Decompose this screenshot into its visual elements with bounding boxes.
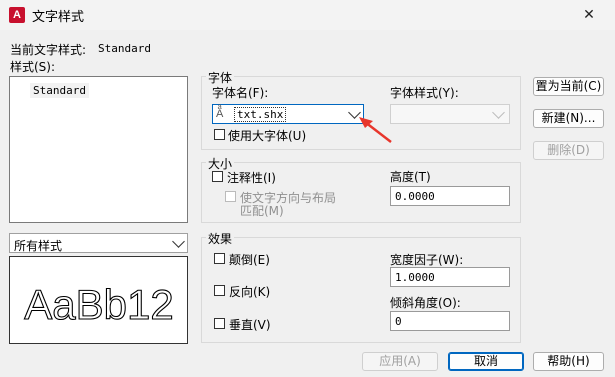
font-name-value: txt.shx [233, 107, 287, 122]
app-logo-icon: A [9, 7, 25, 23]
font-style-select[interactable] [390, 104, 510, 124]
width-factor-label: 宽度因子(W): [390, 253, 464, 267]
height-label: 高度(T) [390, 170, 431, 184]
backwards-checkbox[interactable] [214, 285, 225, 296]
match-layout-label-2: 匹配(M) [240, 204, 284, 218]
upside-down-label: 颠倒(E) [229, 253, 270, 267]
title-bar: A 文字样式 ✕ [0, 0, 615, 30]
annotative-checkbox[interactable] [212, 171, 223, 182]
font-type-icon: Aͣ [216, 107, 224, 120]
annotative-label: 注释性(I) [227, 171, 276, 185]
match-layout-checkbox[interactable] [225, 191, 236, 202]
height-input[interactable]: 0.0000 [390, 186, 510, 206]
close-button[interactable]: ✕ [577, 5, 601, 25]
width-factor-value: 1.0000 [395, 271, 435, 284]
annotation-arrow-icon [359, 117, 392, 143]
oblique-angle-value: 0 [395, 315, 402, 328]
apply-button[interactable]: 应用(A) [362, 352, 438, 371]
help-button[interactable]: 帮助(H) [533, 352, 604, 371]
use-big-font-label: 使用大字体(U) [228, 129, 307, 143]
chevron-down-icon [492, 106, 505, 119]
svg-text:AaBb12: AaBb12 [24, 281, 173, 328]
oblique-angle-label: 倾斜角度(O): [390, 296, 461, 310]
style-filter-select[interactable]: 所有样式 [9, 233, 188, 253]
use-big-font-checkbox[interactable] [214, 129, 225, 140]
cancel-button[interactable]: 取消 [448, 352, 524, 371]
current-style-label: 当前文字样式: [10, 43, 87, 57]
styles-list[interactable]: Standard [9, 76, 188, 223]
new-style-button[interactable]: 新建(N)... [533, 109, 604, 128]
delete-style-button[interactable]: 删除(D) [533, 141, 604, 160]
font-name-select[interactable]: Aͣ txt.shx [212, 104, 364, 124]
font-name-label: 字体名(F): [212, 86, 269, 100]
window-title: 文字样式 [32, 10, 85, 25]
font-style-label: 字体样式(Y): [390, 86, 459, 100]
backwards-label: 反向(K) [229, 285, 271, 299]
vertical-checkbox[interactable] [214, 318, 225, 329]
current-style-value: Standard [98, 42, 151, 55]
upside-down-checkbox[interactable] [214, 253, 225, 264]
styles-label: 样式(S): [10, 60, 56, 74]
chevron-down-icon [172, 235, 185, 248]
height-value: 0.0000 [395, 190, 435, 203]
set-current-button[interactable]: 置为当前(C) [533, 77, 604, 96]
width-factor-input[interactable]: 1.0000 [390, 267, 510, 287]
preview-text-graphic: AaBb12 [24, 280, 175, 328]
vertical-label: 垂直(V) [229, 318, 271, 332]
effects-group-title: 效果 [206, 230, 235, 247]
style-filter-value: 所有样式 [14, 239, 63, 253]
list-item[interactable]: Standard [30, 83, 89, 98]
oblique-angle-input[interactable]: 0 [390, 311, 510, 331]
style-preview: AaBb12 [9, 256, 188, 344]
